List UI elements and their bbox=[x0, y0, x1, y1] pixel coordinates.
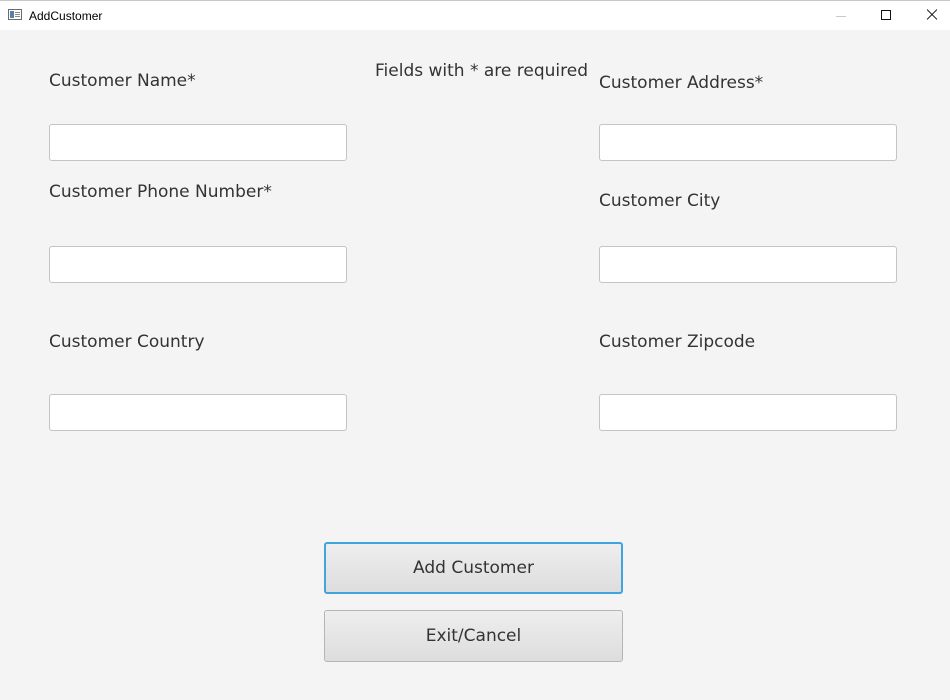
customer-address-label: Customer Address* bbox=[599, 73, 764, 93]
customer-address-input[interactable] bbox=[599, 124, 897, 161]
minimize-icon bbox=[836, 16, 846, 17]
customer-city-label: Customer City bbox=[599, 191, 721, 211]
customer-country-label: Customer Country bbox=[49, 332, 205, 352]
maximize-button[interactable] bbox=[863, 1, 909, 30]
title-bar: AddCustomer bbox=[0, 0, 950, 30]
close-button[interactable] bbox=[908, 1, 950, 30]
close-icon bbox=[926, 9, 938, 21]
add-customer-button[interactable]: Add Customer bbox=[324, 542, 623, 594]
customer-country-input[interactable] bbox=[49, 394, 347, 431]
app-window-icon bbox=[8, 9, 22, 20]
customer-phone-input[interactable] bbox=[49, 246, 347, 283]
maximize-icon bbox=[881, 10, 891, 20]
window-title: AddCustomer bbox=[29, 9, 103, 23]
customer-zipcode-input[interactable] bbox=[599, 394, 897, 431]
required-note: Fields with * are required bbox=[375, 61, 588, 81]
customer-name-label: Customer Name* bbox=[49, 71, 196, 91]
minimize-button[interactable] bbox=[818, 1, 864, 30]
exit-cancel-button[interactable]: Exit/Cancel bbox=[324, 610, 623, 662]
customer-city-input[interactable] bbox=[599, 246, 897, 283]
customer-zipcode-label: Customer Zipcode bbox=[599, 332, 756, 352]
customer-phone-label: Customer Phone Number* bbox=[49, 182, 272, 202]
customer-name-input[interactable] bbox=[49, 124, 347, 161]
